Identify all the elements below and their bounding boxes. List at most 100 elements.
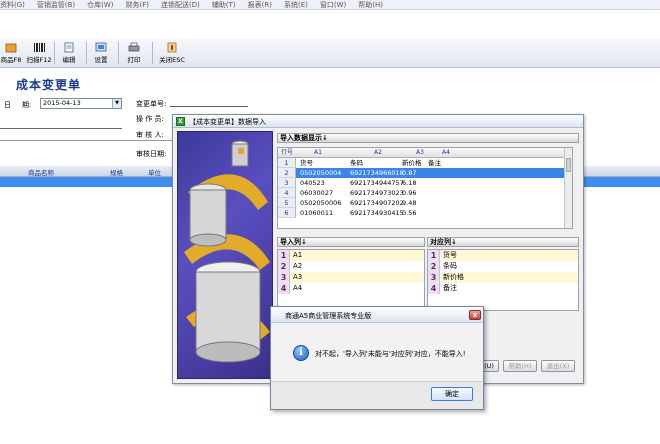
review-date-label: 审核日期: (136, 150, 167, 158)
list-item[interactable]: 2 条码 (428, 261, 578, 272)
menu-item[interactable]: 窗口(W) (320, 2, 346, 9)
product-button[interactable]: 商品F8 (0, 42, 24, 66)
cell-a3: 0.87 (402, 169, 417, 177)
settings-button-label: 设置 (94, 56, 108, 64)
row-number: 6 (278, 208, 296, 218)
message-text: 对不起，'导入列'未能与'对应列'对应，不能导入! (315, 350, 466, 358)
product-button-label: 商品F8 (0, 56, 22, 64)
change-no-field[interactable] (170, 106, 248, 107)
message-box-titlebar[interactable]: 商通A5商业管理系统专业版 x (271, 307, 483, 323)
exit-button[interactable]: 退出(X) (541, 360, 575, 372)
menu-item[interactable]: 辅助(T) (212, 2, 236, 9)
print-button[interactable]: 打印 (122, 42, 146, 66)
toolbar-separator (54, 42, 55, 64)
target-columns-header: 对应列↓ (427, 237, 579, 247)
cell-a1: 货号 (300, 159, 313, 167)
list-item[interactable]: 4 备注 (428, 283, 578, 294)
info-icon: i (293, 345, 309, 361)
date-picker[interactable]: 2015-04-13 ▼ (40, 98, 122, 109)
row-number: 1 (278, 158, 296, 168)
list-item-value: 备注 (443, 284, 457, 292)
table-header: 行号 A1 A2 A3 A4 (278, 148, 566, 158)
menu-item[interactable]: 报表(R) (248, 2, 272, 9)
menu-item[interactable]: 营销监管(B) (37, 2, 75, 9)
scan-button[interactable]: 扫描F12 (26, 42, 52, 66)
target-columns-list[interactable]: 1 货号 2 条码 3 新价格 4 备注 (427, 249, 579, 311)
column-header-row-no[interactable]: 行号 (281, 148, 293, 158)
cell-a1: 01060011 (300, 209, 334, 217)
date-label-day: 日 (4, 101, 11, 109)
cell-a3: 0.96 (402, 189, 417, 197)
close-button-label: 关闭ESC (159, 56, 185, 64)
grid-column-header[interactable]: 单位 (148, 167, 161, 177)
toolbar-separator (152, 42, 153, 64)
column-header-a2[interactable]: A2 (374, 148, 382, 158)
grid-column-header[interactable]: 商品名称 (28, 167, 54, 177)
table-row[interactable]: 6 01060011 6921734930415 0.56 (278, 208, 566, 218)
form-field-line (0, 128, 122, 129)
ok-button[interactable]: 确定 (431, 387, 473, 401)
error-message-box: 商通A5商业管理系统专业版 x i 对不起，'导入列'未能与'对应列'对应，不能… (270, 306, 484, 410)
reviewer-label: 审 核 人: (136, 131, 164, 139)
table-row[interactable]: 3 040523 6921734944757 6.18 (278, 178, 566, 188)
help-button[interactable]: 帮助(H) (503, 360, 537, 372)
column-header-a1[interactable]: A1 (314, 148, 322, 158)
row-number: 2 (278, 168, 296, 178)
chevron-down-icon[interactable]: ▼ (112, 99, 121, 108)
list-item-number: 4 (278, 283, 290, 294)
menu-item[interactable]: 财务(F) (126, 2, 150, 9)
page-title: 成本变更单 (16, 78, 82, 92)
data-display-header: 导入数据显示↓ (277, 133, 579, 143)
edit-icon (64, 42, 74, 53)
menu-item[interactable]: 系统(E) (284, 2, 308, 9)
toolbar-separator (86, 42, 87, 64)
import-dialog-titlebar[interactable]: X 【成本变更单】数据导入 (173, 115, 583, 128)
menu-item[interactable]: 连锁配送(D) (161, 2, 200, 9)
cell-a2: 6921734930415 (350, 209, 404, 217)
menu-item[interactable]: 资料(G) (0, 2, 25, 9)
cell-a3: 9.48 (402, 199, 417, 207)
table-row[interactable]: 5 0502050006 6921734907202 9.48 (278, 198, 566, 208)
menu-bar: 资料(G) 营销监管(B) 仓库(W) 财务(F) 连锁配送(D) 辅助(T) … (0, 0, 660, 10)
list-item-value: 货号 (443, 251, 457, 259)
scrollbar-thumb[interactable] (566, 158, 571, 172)
menu-item[interactable]: 帮助(H) (358, 2, 383, 9)
excel-icon: X (176, 117, 185, 126)
grid-column-header[interactable]: 规格 (110, 167, 123, 177)
list-item[interactable]: 3 新价格 (428, 272, 578, 283)
column-header-a3[interactable]: A3 (416, 148, 424, 158)
edit-button[interactable]: 编辑 (58, 42, 80, 66)
settings-icon (95, 42, 107, 52)
cell-a3: 6.18 (402, 179, 417, 187)
list-item[interactable]: 2 A2 (278, 261, 424, 272)
cell-a1: 0502050004 (300, 169, 342, 177)
column-header-a4[interactable]: A4 (442, 148, 450, 158)
close-icon[interactable]: x (469, 310, 481, 320)
settings-button[interactable]: 设置 (90, 42, 112, 66)
table-row-selected[interactable]: 2 0502050004 6921734966018 0.87 (278, 168, 566, 178)
list-item-number: 1 (428, 250, 440, 261)
list-item[interactable]: 4 A4 (278, 283, 424, 294)
list-item-value: 新价格 (443, 273, 464, 281)
import-columns-list[interactable]: 1 A1 2 A2 3 A3 4 A4 (277, 249, 425, 311)
cell-a2: 6921734973023 (350, 189, 404, 197)
import-data-table[interactable]: 行号 A1 A2 A3 A4 1 货号 条码 新价格 备注 2 05020500… (277, 147, 573, 229)
cell-a4: 备注 (428, 159, 441, 167)
database-illustration (177, 131, 273, 379)
list-item[interactable]: 3 A3 (278, 272, 424, 283)
close-button[interactable]: 关闭ESC (156, 42, 188, 66)
table-row[interactable]: 1 货号 条码 新价格 备注 (278, 158, 566, 168)
list-item[interactable]: 1 货号 (428, 250, 578, 261)
cell-a1: 06030027 (300, 189, 334, 197)
table-row[interactable]: 4 06030027 6921734973023 0.96 (278, 188, 566, 198)
print-button-label: 打印 (127, 56, 141, 64)
menu-item[interactable]: 仓库(W) (87, 2, 113, 9)
operator-label: 操 作 员: (136, 115, 164, 123)
table-scrollbar[interactable] (564, 148, 572, 228)
cell-a1: 040523 (300, 179, 325, 187)
toolbar-separator (118, 42, 119, 64)
list-item[interactable]: 1 A1 (278, 250, 424, 261)
cell-a2: 6921734944757 (350, 179, 404, 187)
import-dialog-title: 【成本变更单】数据导入 (189, 118, 266, 126)
scan-button-label: 扫描F12 (26, 56, 52, 64)
